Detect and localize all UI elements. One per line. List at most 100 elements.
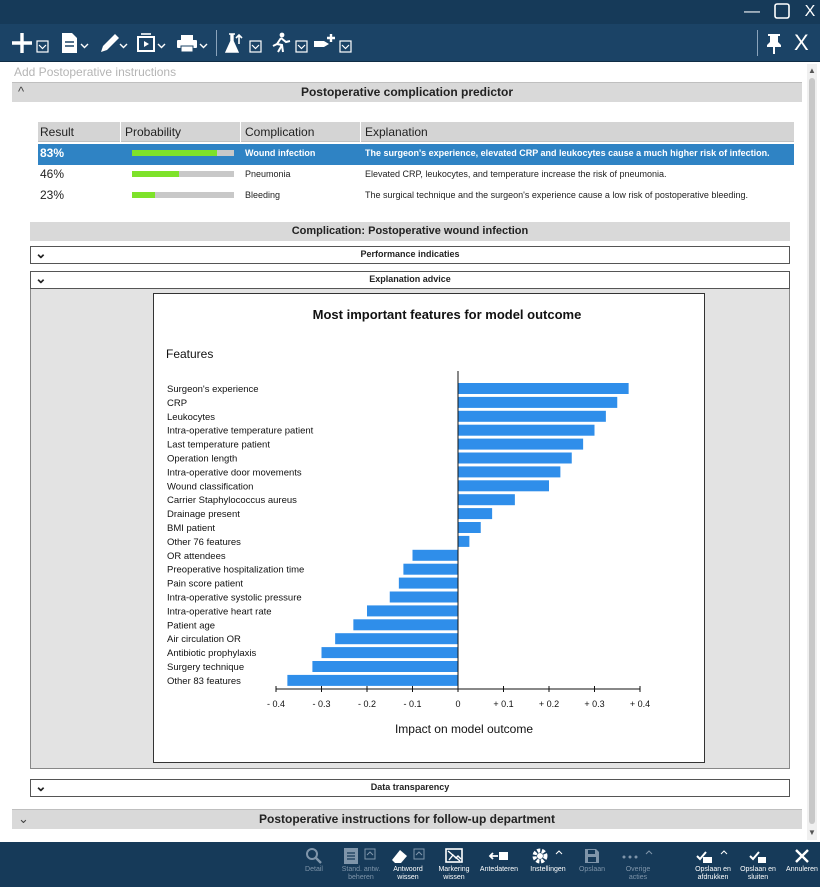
save-label: Opslaan xyxy=(578,866,606,873)
category-label: Other 76 features xyxy=(167,537,241,548)
pen-menu-button[interactable] xyxy=(98,28,132,58)
table-row[interactable]: 83% Wound infection The surgeon's experi… xyxy=(38,144,794,165)
walking-icon xyxy=(272,32,308,53)
probability-fill xyxy=(132,171,179,177)
more-actions-label: Overige acties xyxy=(625,866,651,881)
explanation-panel: Most important features for model outcom… xyxy=(30,289,790,769)
x-tick-label: + 0.4 xyxy=(630,699,650,709)
result-cell: 23% xyxy=(40,188,65,202)
title-bar: — X xyxy=(0,0,820,24)
category-label: Preoperative hospitalization time xyxy=(167,565,304,576)
detail-button[interactable]: Detail xyxy=(298,846,330,886)
feature-bar xyxy=(312,661,458,672)
cancel-button[interactable]: Annuleren xyxy=(784,846,820,886)
scroll-thumb[interactable] xyxy=(809,78,815,824)
standard-answers-label: Stand. antw. beheren xyxy=(341,866,381,881)
clear-answer-button[interactable]: Antwoord wissen xyxy=(384,846,432,886)
table-row[interactable]: 23% Bleeding The surgical technique and … xyxy=(38,186,794,207)
x-tick-label: - 0.2 xyxy=(358,699,376,709)
add-location-icon xyxy=(314,34,352,53)
chart-svg: Most important features for model outcom… xyxy=(166,307,650,736)
category-label: CRP xyxy=(167,398,187,409)
cancel-label: Annuleren xyxy=(786,866,818,873)
feature-bar xyxy=(458,480,549,492)
performance-section-header[interactable]: ⌄ Performance indicaties xyxy=(30,245,790,264)
save-and-print-button[interactable]: Opslaan en afdrukken xyxy=(690,846,736,886)
toolbar-separator xyxy=(216,30,217,56)
app-window: — X X Add Postoperative instructions ^ P… xyxy=(0,0,820,887)
result-cell: 83% xyxy=(40,146,65,160)
printer-icon xyxy=(177,35,208,53)
category-label: Surgery technique xyxy=(167,662,244,673)
probability-fill xyxy=(132,150,217,156)
print-menu-button[interactable] xyxy=(176,28,212,58)
feature-bar xyxy=(367,605,458,617)
column-header-result[interactable]: Result xyxy=(40,125,74,139)
column-header-complication[interactable]: Complication xyxy=(245,125,314,139)
list-icon xyxy=(344,848,376,864)
feature-bar xyxy=(458,410,606,422)
explanation-title: Explanation advice xyxy=(369,274,451,284)
save-and-close-button[interactable]: Opslaan en sluiten xyxy=(738,846,778,886)
table-row[interactable]: 46% Pneumonia Elevated CRP, leukocytes, … xyxy=(38,165,794,186)
x-tick-label: + 0.3 xyxy=(584,699,604,709)
close-window-button[interactable]: X xyxy=(800,2,820,22)
document-menu-button[interactable] xyxy=(60,28,92,58)
category-label: Other 83 features xyxy=(167,676,241,687)
category-label: Intra-operative temperature patient xyxy=(167,426,314,437)
x-tick-label: + 0.2 xyxy=(539,699,559,709)
backdate-button[interactable]: Antedateren xyxy=(476,846,522,886)
x-tick-label: + 0.1 xyxy=(493,699,513,709)
backdate-label: Antedateren xyxy=(479,866,519,873)
clear-highlight-button[interactable]: Markering wissen xyxy=(434,846,474,886)
column-header-probability[interactable]: Probability xyxy=(125,125,181,139)
x-tick-label: - 0.3 xyxy=(312,699,330,709)
data-transparency-title: Data transparency xyxy=(370,782,450,792)
probability-bar xyxy=(132,192,234,198)
maximize-button[interactable] xyxy=(772,2,792,26)
close-panel-button[interactable]: X xyxy=(794,28,809,58)
x-tick-label: - 0.4 xyxy=(267,699,285,709)
complication-header: Complication: Postoperative wound infect… xyxy=(30,222,790,241)
feature-bar xyxy=(412,549,458,561)
form-content: Add Postoperative instructions ^ Postope… xyxy=(10,62,806,842)
save-button[interactable]: Opslaan xyxy=(574,846,610,886)
vertical-scrollbar[interactable]: ▲ ▼ xyxy=(807,64,817,840)
predictor-section-header[interactable]: ^ Postoperative complication predictor xyxy=(12,82,802,102)
scroll-down-arrow-icon[interactable]: ▼ xyxy=(807,828,817,838)
column-header-explanation[interactable]: Explanation xyxy=(365,125,428,139)
explanation-cell: The surgical technique and the surgeon's… xyxy=(365,190,748,200)
add-location-menu-button[interactable] xyxy=(312,28,356,58)
feature-bar xyxy=(458,466,561,478)
lab-menu-button[interactable] xyxy=(224,28,266,58)
explanation-section-header[interactable]: ⌄ Explanation advice xyxy=(30,270,790,289)
category-label: Leukocytes xyxy=(167,412,215,423)
chart-ylabel: Features xyxy=(166,347,213,361)
minimize-button[interactable]: — xyxy=(742,2,762,22)
x-tick-label: 0 xyxy=(455,699,460,709)
feature-bar xyxy=(458,508,493,520)
complication-cell: Bleeding xyxy=(245,190,281,200)
feature-bar xyxy=(458,383,629,394)
probability-fill xyxy=(132,192,156,198)
add-menu-button[interactable] xyxy=(12,28,52,58)
complication-cell: Pneumonia xyxy=(245,169,291,179)
add-instructions-field[interactable]: Add Postoperative instructions xyxy=(14,65,176,79)
followup-section-header[interactable]: ⌄ Postoperative instructions for follow-… xyxy=(12,809,802,829)
pin-button[interactable] xyxy=(764,28,784,58)
media-menu-button[interactable] xyxy=(136,28,170,58)
data-transparency-section-header[interactable]: ⌄ Data transparency xyxy=(30,778,790,797)
category-label: Intra-operative heart rate xyxy=(167,606,272,617)
scroll-up-arrow-icon[interactable]: ▲ xyxy=(807,66,817,76)
mobility-menu-button[interactable] xyxy=(270,28,312,58)
category-label: Wound classification xyxy=(167,481,253,492)
more-actions-button[interactable]: Overige acties xyxy=(616,846,660,886)
chart-xlabel: Impact on model outcome xyxy=(395,722,533,736)
clear-highlight-label: Markering wissen xyxy=(438,866,470,881)
feature-bar xyxy=(398,577,458,589)
settings-button[interactable]: Instellingen xyxy=(524,846,572,886)
save-icon xyxy=(585,849,599,863)
standard-answers-button[interactable]: Stand. antw. beheren xyxy=(336,846,386,886)
category-label: Intra-operative door movements xyxy=(167,467,302,478)
column-separator xyxy=(120,122,121,142)
